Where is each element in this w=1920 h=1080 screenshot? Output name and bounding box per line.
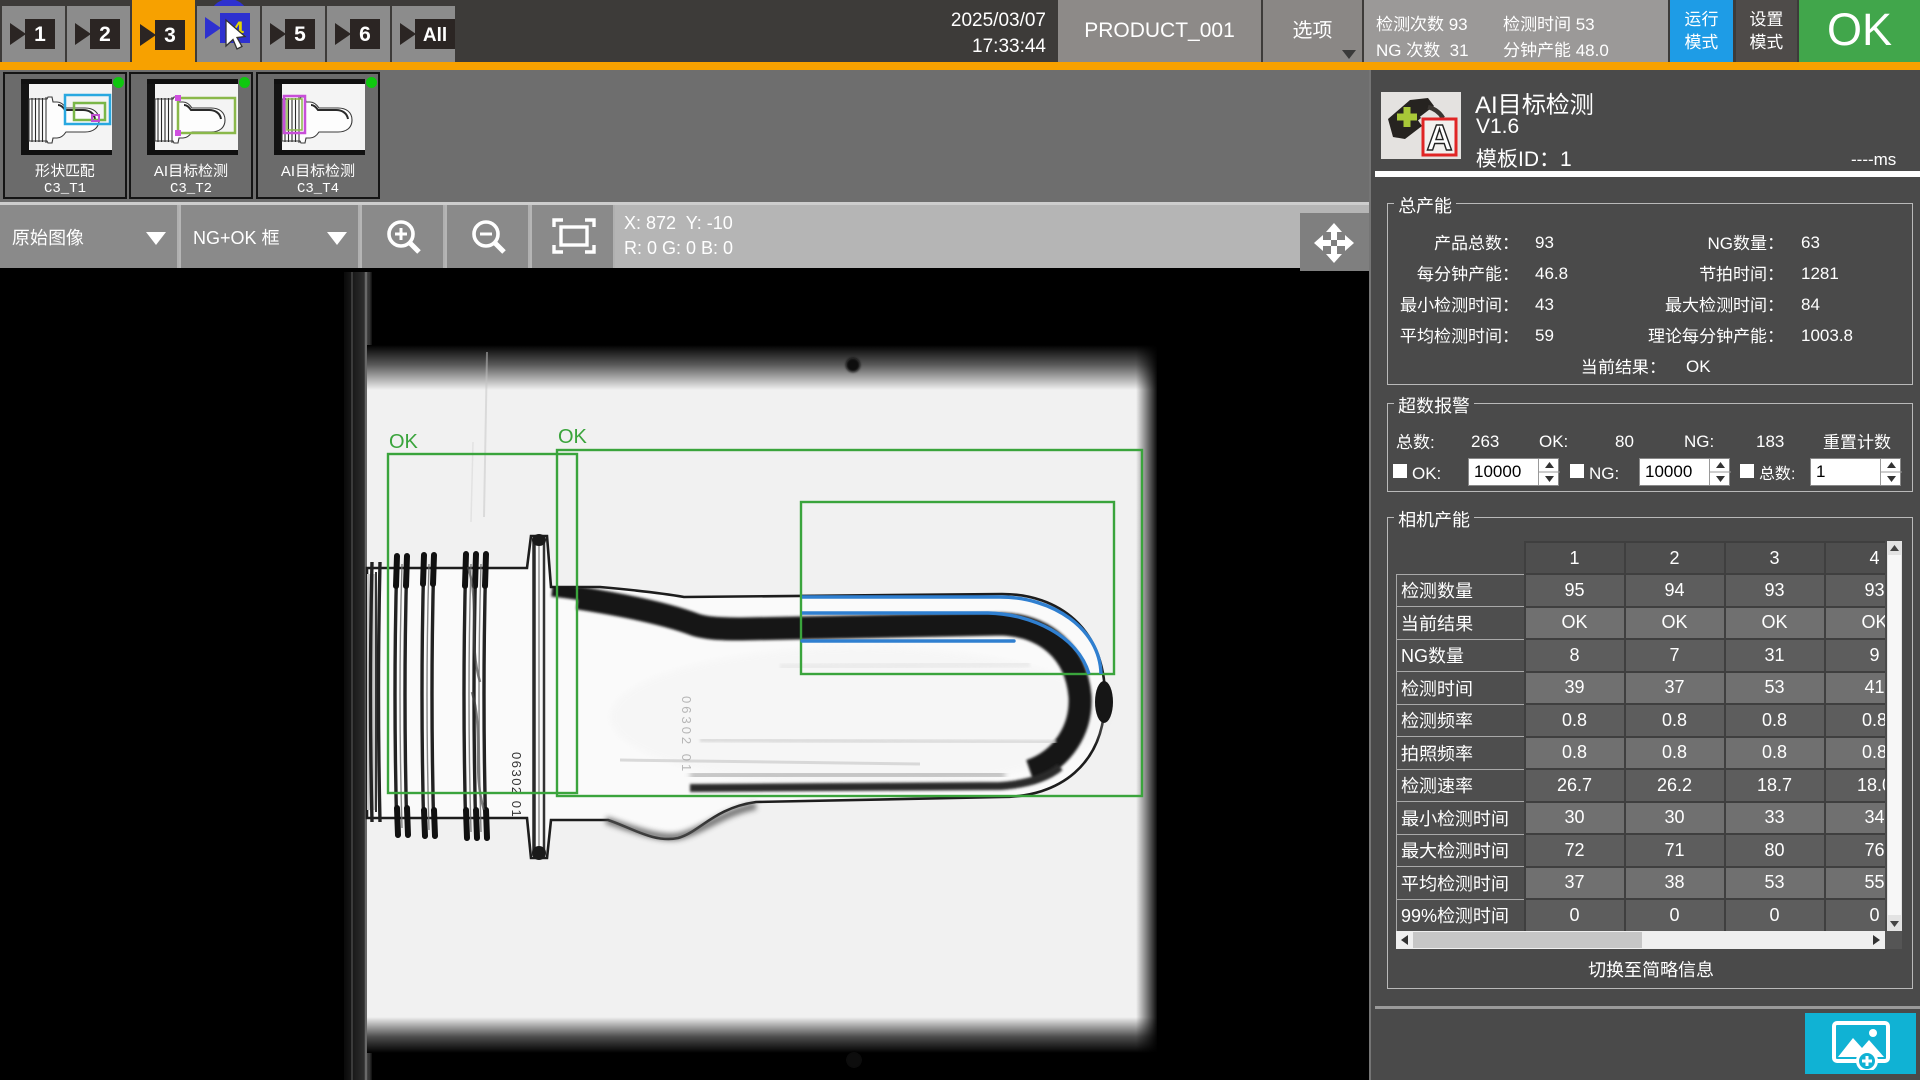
svg-text:06302 01: 06302 01 (509, 752, 524, 818)
svg-text:OK: OK (389, 431, 419, 453)
svg-text:OK: OK (558, 426, 588, 448)
svg-text:A: A (1427, 117, 1453, 158)
svg-text:All: All (423, 25, 447, 46)
svg-text:2: 2 (99, 23, 111, 46)
svg-text:1: 1 (34, 23, 46, 46)
svg-text:6: 6 (359, 23, 371, 46)
svg-text:5: 5 (294, 23, 306, 46)
svg-text:3: 3 (164, 24, 176, 47)
svg-text:06302 01: 06302 01 (679, 696, 694, 774)
